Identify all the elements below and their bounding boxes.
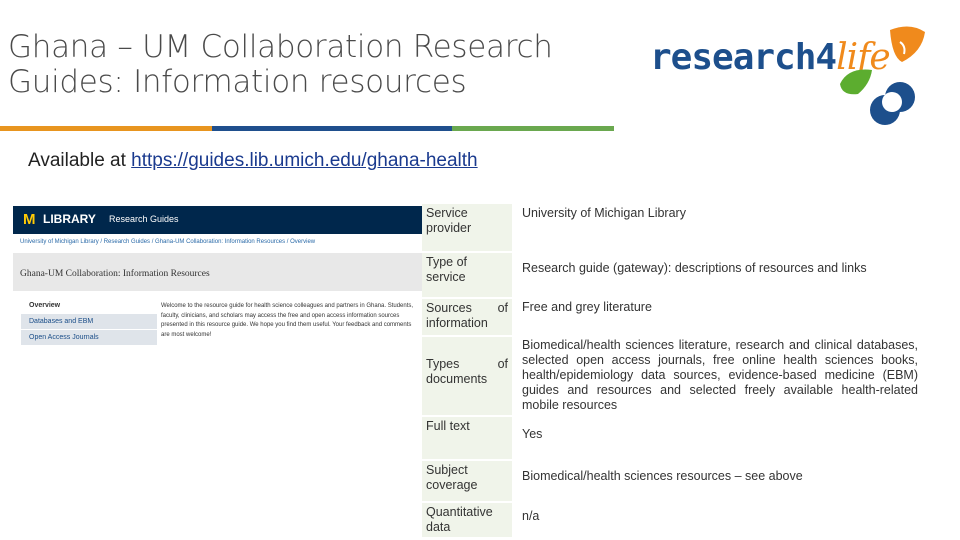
nav-item-overview: Overview — [21, 298, 157, 314]
row-key: Type of service — [422, 252, 512, 299]
guide-nav: Overview Databases and EBM Open Access J… — [21, 298, 157, 346]
row-value: University of Michigan Library — [512, 204, 922, 252]
row-key: Subject coverage — [422, 460, 512, 503]
table-row: Quantitative data n/a — [422, 502, 922, 539]
availability-line: Available at https://guides.lib.umich.ed… — [28, 150, 478, 172]
library-header-bar: M LIBRARY Research Guides — [13, 206, 422, 234]
table-row: Full text Yes — [422, 416, 922, 461]
guide-heading: Ghana-UM Collaboration: Information Reso… — [20, 269, 210, 279]
block-m-logo: M — [23, 211, 36, 228]
table-row: Types of documents Biomedical/health sci… — [422, 336, 922, 417]
nav-item-open-access: Open Access Journals — [21, 330, 157, 346]
availability-label: Available at — [28, 150, 132, 171]
table-row: Service provider University of Michigan … — [422, 204, 922, 253]
slide-title: Ghana – UM Collaboration Research Guides… — [8, 30, 568, 100]
row-value: Biomedical/health sciences resources – s… — [512, 460, 922, 502]
table-row: Subject coverage Biomedical/health scien… — [422, 460, 922, 503]
info-table: Service provider University of Michigan … — [422, 204, 922, 539]
row-value: Research guide (gateway): descriptions o… — [512, 252, 922, 298]
divider-blue — [212, 126, 452, 131]
breadcrumb: University of Michigan Library / Researc… — [20, 239, 316, 245]
leaf-flower-icon — [840, 26, 925, 125]
table-row: Sources of information Free and grey lit… — [422, 298, 922, 337]
divider-green — [452, 126, 614, 131]
slide-title-line-1: Ghana – UM Collaboration Research — [8, 29, 553, 65]
row-key: Quantitative data — [422, 502, 512, 539]
library-brand: LIBRARY — [43, 212, 96, 226]
row-key: Types of documents — [422, 336, 512, 417]
row-key: Service provider — [422, 204, 512, 253]
row-key: Sources of information — [422, 298, 512, 337]
slide-title-line-2: Guides: Information resources — [8, 64, 467, 100]
row-value: n/a — [512, 502, 922, 538]
nav-item-databases: Databases and EBM — [21, 314, 157, 330]
row-value: Yes — [512, 416, 922, 460]
row-key: Full text — [422, 416, 512, 461]
library-site-screenshot: M LIBRARY Research Guides University of … — [13, 206, 422, 348]
divider-orange — [0, 126, 212, 131]
row-value: Free and grey literature — [512, 298, 922, 336]
guide-link[interactable]: https://guides.lib.umich.edu/ghana-healt… — [131, 150, 477, 171]
table-row: Type of service Research guide (gateway)… — [422, 252, 922, 299]
welcome-text: Welcome to the resource guide for health… — [161, 303, 414, 338]
research4life-logo: research4life — [645, 22, 935, 127]
guide-heading-band: Ghana-UM Collaboration: Information Reso… — [13, 253, 422, 291]
row-value: Biomedical/health sciences literature, r… — [512, 336, 922, 416]
research-guides-label: Research Guides — [109, 214, 179, 224]
